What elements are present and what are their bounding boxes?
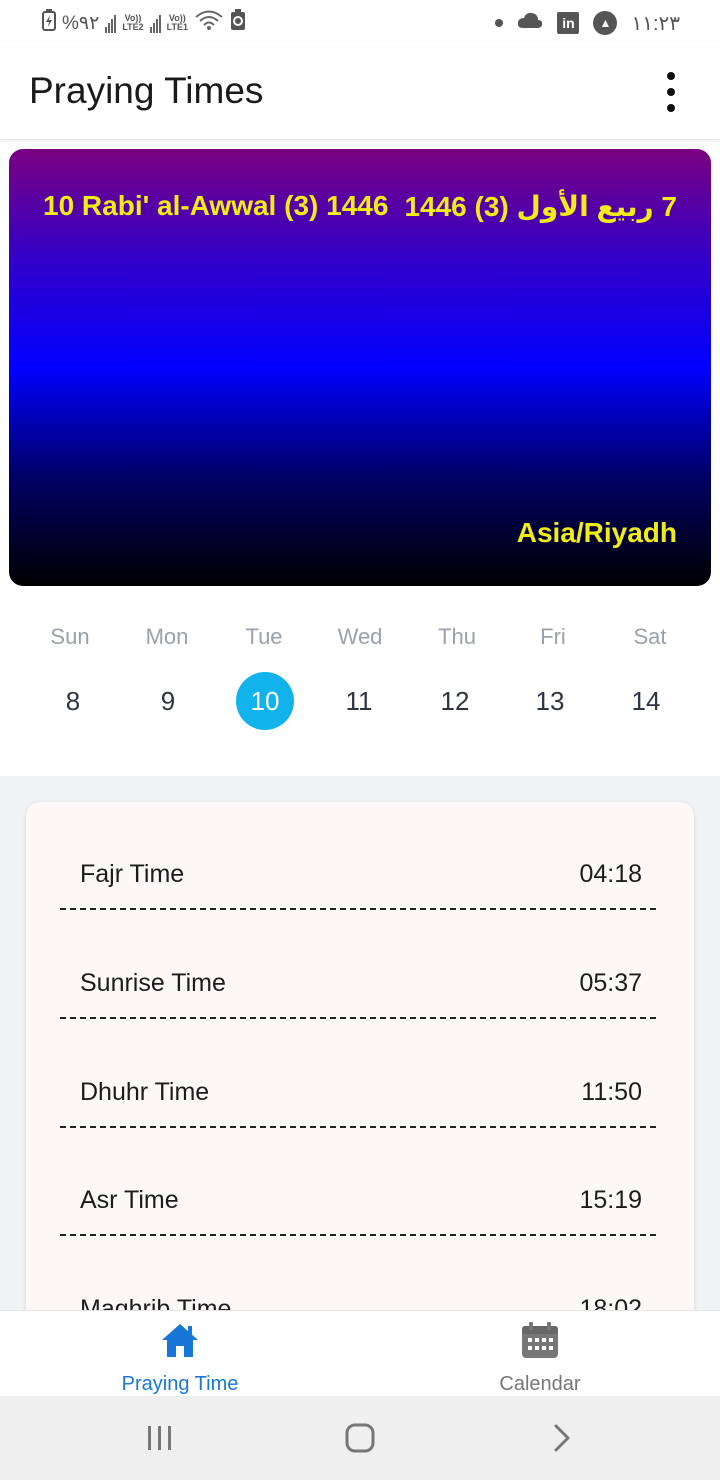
status-bar: %٩٢ Vo)) LTE2 Vo)) LTE1 in ▲ ١١:٢٣ bbox=[0, 0, 720, 48]
prayer-time: 04:18 bbox=[579, 860, 642, 888]
date-item[interactable]: 8 bbox=[44, 672, 102, 730]
date-item[interactable]: 9 bbox=[139, 672, 197, 730]
nav-label: Calendar bbox=[499, 1373, 581, 1395]
date-item-selected[interactable]: 10 bbox=[236, 672, 294, 730]
weekday-label: Mon bbox=[145, 624, 189, 649]
hijri-date-card: 10 Rabi' al-Awwal (3) 1446 7 ربيع الأول … bbox=[9, 149, 711, 586]
signal-icon bbox=[149, 13, 161, 33]
date-item[interactable]: 14 bbox=[617, 672, 675, 730]
prayer-times-section[interactable]: Fajr Time 04:18 Sunrise Time 05:37 Dhuhr… bbox=[0, 776, 720, 1310]
prayer-row-maghrib: Maghrib Time 18:02 bbox=[60, 1237, 656, 1310]
weekday-label: Thu bbox=[438, 624, 476, 649]
prayer-row-asr: Asr Time 15:19 bbox=[60, 1128, 656, 1236]
date-item[interactable]: 12 bbox=[426, 672, 484, 730]
signal-icon bbox=[105, 13, 117, 33]
app-bar: Praying Times bbox=[0, 48, 720, 140]
prayer-times-card: Fajr Time 04:18 Sunrise Time 05:37 Dhuhr… bbox=[26, 802, 694, 1310]
week-selector: Sun Mon Tue Wed Thu Fri Sat 8 9 10 11 12… bbox=[0, 596, 720, 776]
prayer-label: Maghrib Time bbox=[80, 1295, 232, 1310]
calendar-icon bbox=[520, 1321, 560, 1359]
prayer-time: 18:02 bbox=[579, 1295, 642, 1310]
nav-tab-calendar[interactable]: Calendar bbox=[360, 1311, 720, 1397]
nav-label: Praying Time bbox=[121, 1373, 239, 1395]
prayer-time: 11:50 bbox=[581, 1078, 642, 1106]
lte2-indicator: Vo)) LTE2 bbox=[122, 13, 144, 32]
recent-apps-button[interactable] bbox=[140, 1418, 180, 1458]
prayer-time: 15:19 bbox=[579, 1186, 642, 1214]
status-time: ١١:٢٣ bbox=[631, 12, 680, 35]
prayer-row-dhuhr: Dhuhr Time 11:50 bbox=[60, 1020, 656, 1128]
weekday-label: Fri bbox=[540, 624, 566, 649]
battery-saver-icon bbox=[230, 9, 246, 37]
weekday-label: Tue bbox=[245, 624, 283, 649]
weekday-label: Sat bbox=[633, 624, 667, 649]
hijri-date-english: 10 Rabi' al-Awwal (3) 1446 bbox=[43, 190, 389, 221]
more-vert-icon bbox=[667, 72, 675, 80]
page-title: Praying Times bbox=[29, 70, 264, 111]
notification-dot-icon bbox=[495, 19, 504, 27]
weekday-label: Wed bbox=[337, 624, 383, 649]
home-button[interactable] bbox=[340, 1418, 380, 1458]
prayer-label: Dhuhr Time bbox=[80, 1078, 210, 1106]
nav-tab-praying-time[interactable]: Praying Time bbox=[0, 1311, 360, 1397]
lte1-indicator: Vo)) LTE1 bbox=[166, 13, 189, 32]
prayer-label: Fajr Time bbox=[80, 860, 185, 888]
prayer-row-fajr: Fajr Time 04:18 bbox=[60, 802, 656, 910]
prayer-time: 05:37 bbox=[579, 969, 642, 997]
timezone-label: Asia/Riyadh bbox=[516, 517, 677, 548]
prayer-row-sunrise: Sunrise Time 05:37 bbox=[60, 911, 656, 1019]
system-navigation-bar bbox=[0, 1396, 720, 1480]
date-item[interactable]: 13 bbox=[521, 672, 579, 730]
battery-percent: %٩٢ bbox=[62, 12, 100, 34]
app-notification-icon: ▲ bbox=[593, 11, 618, 35]
prayer-label: Asr Time bbox=[80, 1186, 179, 1214]
battery-charging-icon bbox=[42, 9, 56, 37]
weekday-label: Sun bbox=[50, 624, 90, 649]
wifi-icon bbox=[194, 9, 224, 37]
back-button[interactable] bbox=[542, 1418, 582, 1458]
prayer-label: Sunrise Time bbox=[80, 969, 226, 997]
bottom-navigation: Praying Time Calendar bbox=[0, 1310, 720, 1396]
hijri-date-arabic: 7 ربيع الأول (3) 1446 bbox=[404, 191, 677, 222]
linkedin-icon: in bbox=[557, 12, 580, 34]
more-options-button[interactable] bbox=[658, 72, 684, 112]
date-item[interactable]: 11 bbox=[330, 672, 388, 730]
home-icon bbox=[160, 1321, 200, 1359]
cloud-icon bbox=[517, 11, 543, 35]
